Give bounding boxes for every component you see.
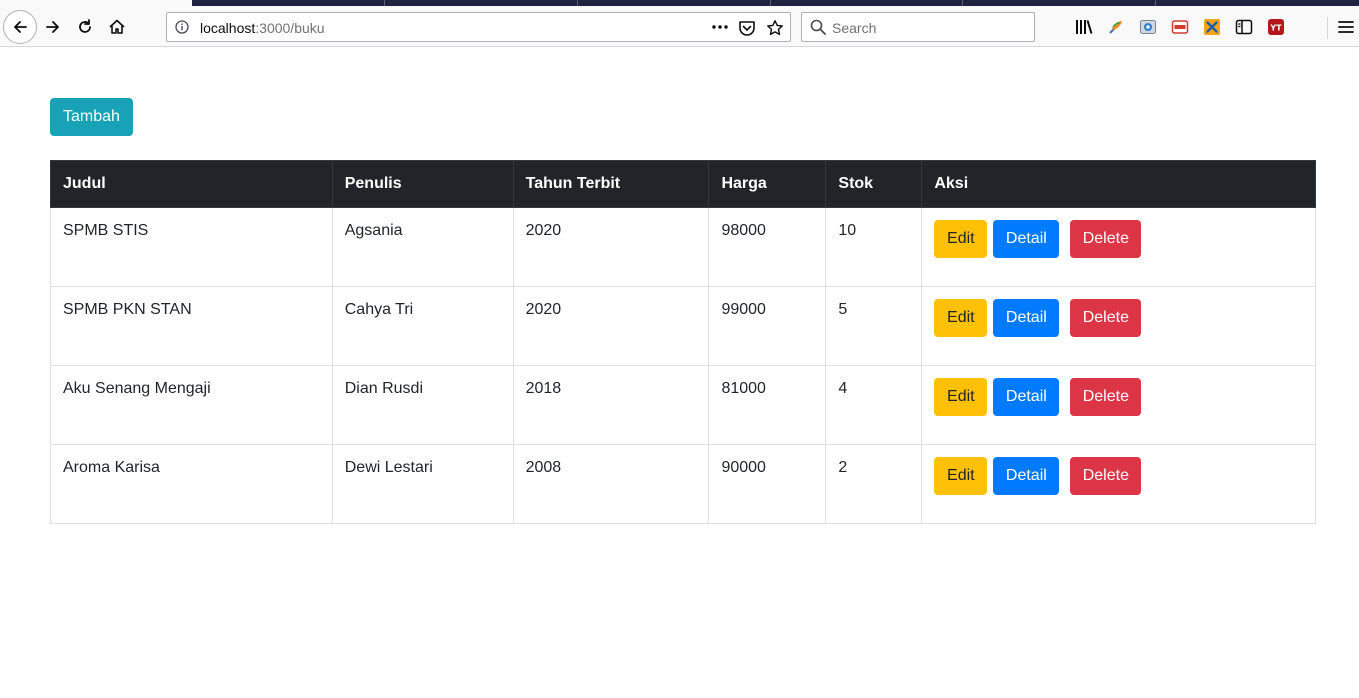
cell-stok: 4	[825, 365, 923, 445]
tab-separator	[384, 0, 385, 6]
cell-aksi: Edit Detail Delete	[921, 365, 1316, 445]
header-stok: Stok	[825, 160, 923, 208]
tab-strip-dark	[192, 0, 1359, 6]
cell-harga: 81000	[708, 365, 827, 445]
cell-harga: 99000	[708, 286, 827, 366]
tab-strip	[0, 0, 1359, 7]
library-icon[interactable]	[1075, 18, 1093, 36]
cell-judul: Aroma Karisa	[50, 444, 333, 524]
tab-separator	[1155, 0, 1156, 6]
detail-button[interactable]: Detail	[993, 299, 1060, 337]
detail-button[interactable]: Detail	[993, 220, 1060, 258]
tab-separator	[770, 0, 771, 6]
page-content: Tambah Judul Penulis Tahun Terbit Harga …	[50, 98, 1316, 524]
cell-penulis: Dewi Lestari	[331, 444, 514, 524]
pocket-icon[interactable]	[738, 19, 756, 42]
edit-button[interactable]: Edit	[934, 378, 988, 416]
books-table: Judul Penulis Tahun Terbit Harga Stok Ak…	[50, 160, 1316, 524]
header-tahun-terbit: Tahun Terbit	[512, 160, 710, 208]
extension-feather-icon[interactable]	[1107, 18, 1125, 36]
reload-button[interactable]	[70, 12, 100, 42]
extension-camera-icon[interactable]	[1139, 18, 1157, 36]
url-text[interactable]: localhost:3000/buku	[200, 20, 325, 36]
search-icon	[810, 19, 826, 40]
back-button[interactable]	[3, 10, 37, 44]
header-aksi: Aksi	[921, 160, 1316, 208]
toolbar-separator	[1327, 17, 1328, 39]
header-harga: Harga	[708, 160, 827, 208]
tab-separator	[577, 0, 578, 6]
delete-button[interactable]: Delete	[1070, 220, 1142, 258]
forward-button[interactable]	[38, 12, 68, 42]
browser-toolbar: localhost:3000/buku Search YT	[0, 7, 1359, 47]
table-row: Aroma Karisa Dewi Lestari 2008 90000 2 E…	[50, 444, 1316, 524]
page-actions-icon[interactable]	[711, 18, 729, 41]
header-judul: Judul	[50, 160, 333, 208]
cell-stok: 5	[825, 286, 923, 366]
table-row: SPMB PKN STAN Cahya Tri 2020 99000 5 Edi…	[50, 286, 1316, 366]
extension-x-icon[interactable]	[1203, 18, 1221, 36]
cell-tahun: 2008	[512, 444, 710, 524]
detail-button[interactable]: Detail	[993, 378, 1060, 416]
info-icon[interactable]	[175, 20, 189, 39]
cell-stok: 10	[825, 207, 923, 287]
table-row: Aku Senang Mengaji Dian Rusdi 2018 81000…	[50, 365, 1316, 445]
hamburger-menu-icon[interactable]	[1337, 18, 1355, 36]
add-book-button[interactable]: Tambah	[50, 98, 133, 136]
extension-download-icon[interactable]	[1171, 18, 1189, 36]
table-row: SPMB STIS Agsania 2020 98000 10 Edit Deta…	[50, 207, 1316, 287]
arrow-left-icon	[14, 21, 27, 33]
detail-button[interactable]: Detail	[993, 457, 1060, 495]
cell-tahun: 2020	[512, 286, 710, 366]
search-bar[interactable]	[801, 12, 1035, 42]
cell-stok: 2	[825, 444, 923, 524]
cell-judul: SPMB PKN STAN	[50, 286, 333, 366]
home-icon	[109, 19, 125, 34]
cell-tahun: 2018	[512, 365, 710, 445]
search-input[interactable]	[832, 18, 1027, 38]
cell-aksi: Edit Detail Delete	[921, 207, 1316, 287]
cell-tahun: 2020	[512, 207, 710, 287]
cell-penulis: Dian Rusdi	[331, 365, 514, 445]
header-penulis: Penulis	[331, 160, 514, 208]
cell-judul: SPMB STIS	[50, 207, 333, 287]
delete-button[interactable]: Delete	[1070, 378, 1142, 416]
cell-aksi: Edit Detail Delete	[921, 286, 1316, 366]
bookmark-star-icon[interactable]	[766, 19, 784, 42]
cell-penulis: Agsania	[331, 207, 514, 287]
url-path: :3000/buku	[255, 20, 325, 36]
cell-harga: 98000	[708, 207, 827, 287]
extension-ytp-icon[interactable]: YT	[1267, 18, 1285, 36]
edit-button[interactable]: Edit	[934, 299, 988, 337]
reload-icon	[79, 19, 91, 33]
table-header-row: Judul Penulis Tahun Terbit Harga Stok Ak…	[50, 160, 1316, 208]
cell-judul: Aku Senang Mengaji	[50, 365, 333, 445]
edit-button[interactable]: Edit	[934, 220, 988, 258]
svg-text:YT: YT	[1269, 24, 1282, 33]
url-host: localhost	[200, 20, 256, 36]
delete-button[interactable]: Delete	[1070, 299, 1142, 337]
arrow-right-icon	[46, 21, 59, 33]
edit-button[interactable]: Edit	[934, 457, 988, 495]
cell-harga: 90000	[708, 444, 827, 524]
delete-button[interactable]: Delete	[1070, 457, 1142, 495]
home-button[interactable]	[102, 12, 132, 42]
url-bar[interactable]: localhost:3000/buku	[166, 12, 791, 42]
tab-separator	[962, 0, 963, 6]
cell-penulis: Cahya Tri	[331, 286, 514, 366]
sidebar-icon[interactable]	[1235, 18, 1253, 36]
cell-aksi: Edit Detail Delete	[921, 444, 1316, 524]
